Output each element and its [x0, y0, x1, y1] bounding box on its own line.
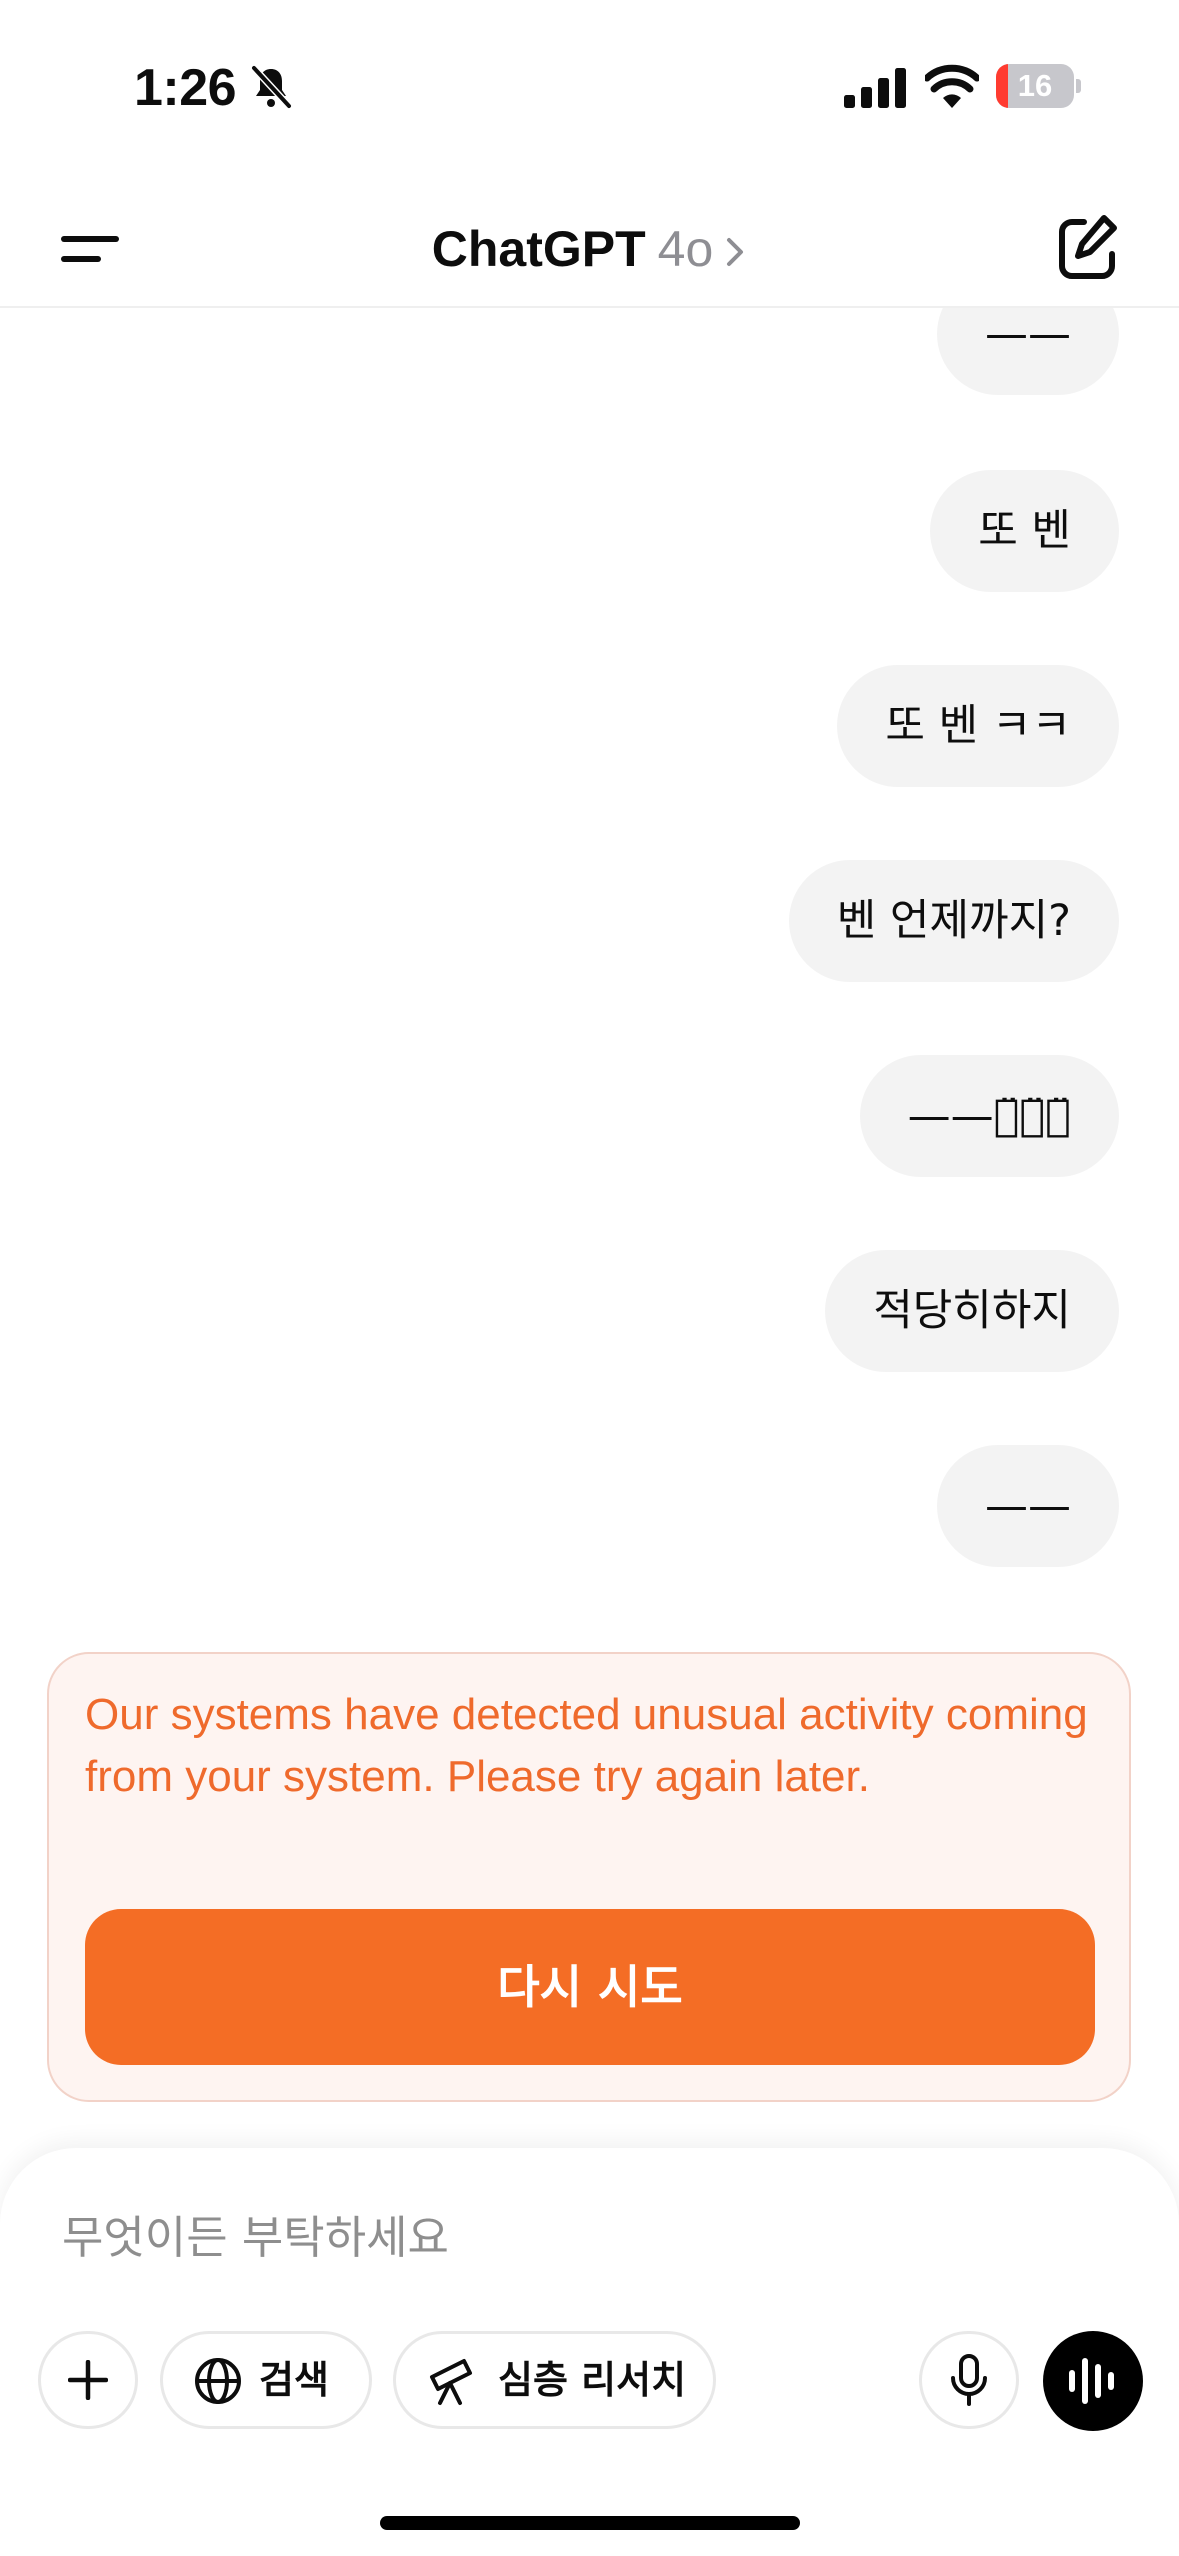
battery-icon: 16: [996, 64, 1081, 108]
error-banner: Our systems have detected unusual activi…: [47, 1652, 1131, 2102]
chat-screen: 1:26 16 ChatGPT 4o —— 또 벤 또 벤 ㅋㅋ 벤 언제까지?…: [0, 0, 1179, 2556]
search-label: 검색: [259, 2358, 329, 2402]
bell-slash-icon: [251, 65, 292, 109]
globe-icon: [195, 2358, 241, 2404]
voice-mode-button[interactable]: [1043, 2331, 1143, 2431]
cellular-signal-icon: [844, 68, 906, 108]
user-message: 적당히하지: [825, 1250, 1119, 1372]
error-message: Our systems have detected unusual activi…: [85, 1690, 1088, 1801]
voice-mode-icon: [1069, 2358, 1114, 2404]
status-time: 1:26: [134, 59, 237, 117]
deep-research-label: 심층 리서치: [498, 2358, 687, 2402]
chat-header: ChatGPT 4o: [0, 190, 1179, 308]
chevron-right-icon: [727, 238, 744, 266]
user-message: 또 벤 ㅋㅋ: [837, 665, 1119, 787]
message-input[interactable]: 무엇이든 부탁하세요: [62, 2198, 1062, 2278]
battery-level: 16: [1017, 68, 1053, 103]
search-button[interactable]: 검색: [160, 2331, 372, 2429]
new-chat-icon[interactable]: [1054, 210, 1122, 286]
user-message: ——ㅋ̈ㅋ̈ㅋ̈: [859, 1055, 1119, 1177]
user-message: 또 벤: [930, 470, 1119, 592]
microphone-button[interactable]: [919, 2331, 1019, 2429]
model-selector[interactable]: ChatGPT 4o: [0, 212, 1179, 286]
user-message: ——: [937, 1445, 1119, 1567]
wifi-icon: [925, 64, 979, 108]
microphone-icon: [951, 2354, 987, 2406]
add-attachment-button[interactable]: [38, 2331, 138, 2429]
user-message: 벤 언제까지?: [788, 860, 1119, 982]
plus-icon: [68, 2360, 108, 2400]
composer: 무엇이든 부탁하세요 검색 심층 리서치: [0, 2148, 1179, 2556]
telescope-icon: [430, 2359, 472, 2405]
retry-button[interactable]: 다시 시도: [85, 1909, 1095, 2065]
home-indicator[interactable]: [380, 2516, 800, 2530]
deep-research-button[interactable]: 심층 리서치: [393, 2331, 716, 2429]
model-name: 4o: [657, 221, 714, 277]
app-title: ChatGPT: [431, 221, 646, 277]
